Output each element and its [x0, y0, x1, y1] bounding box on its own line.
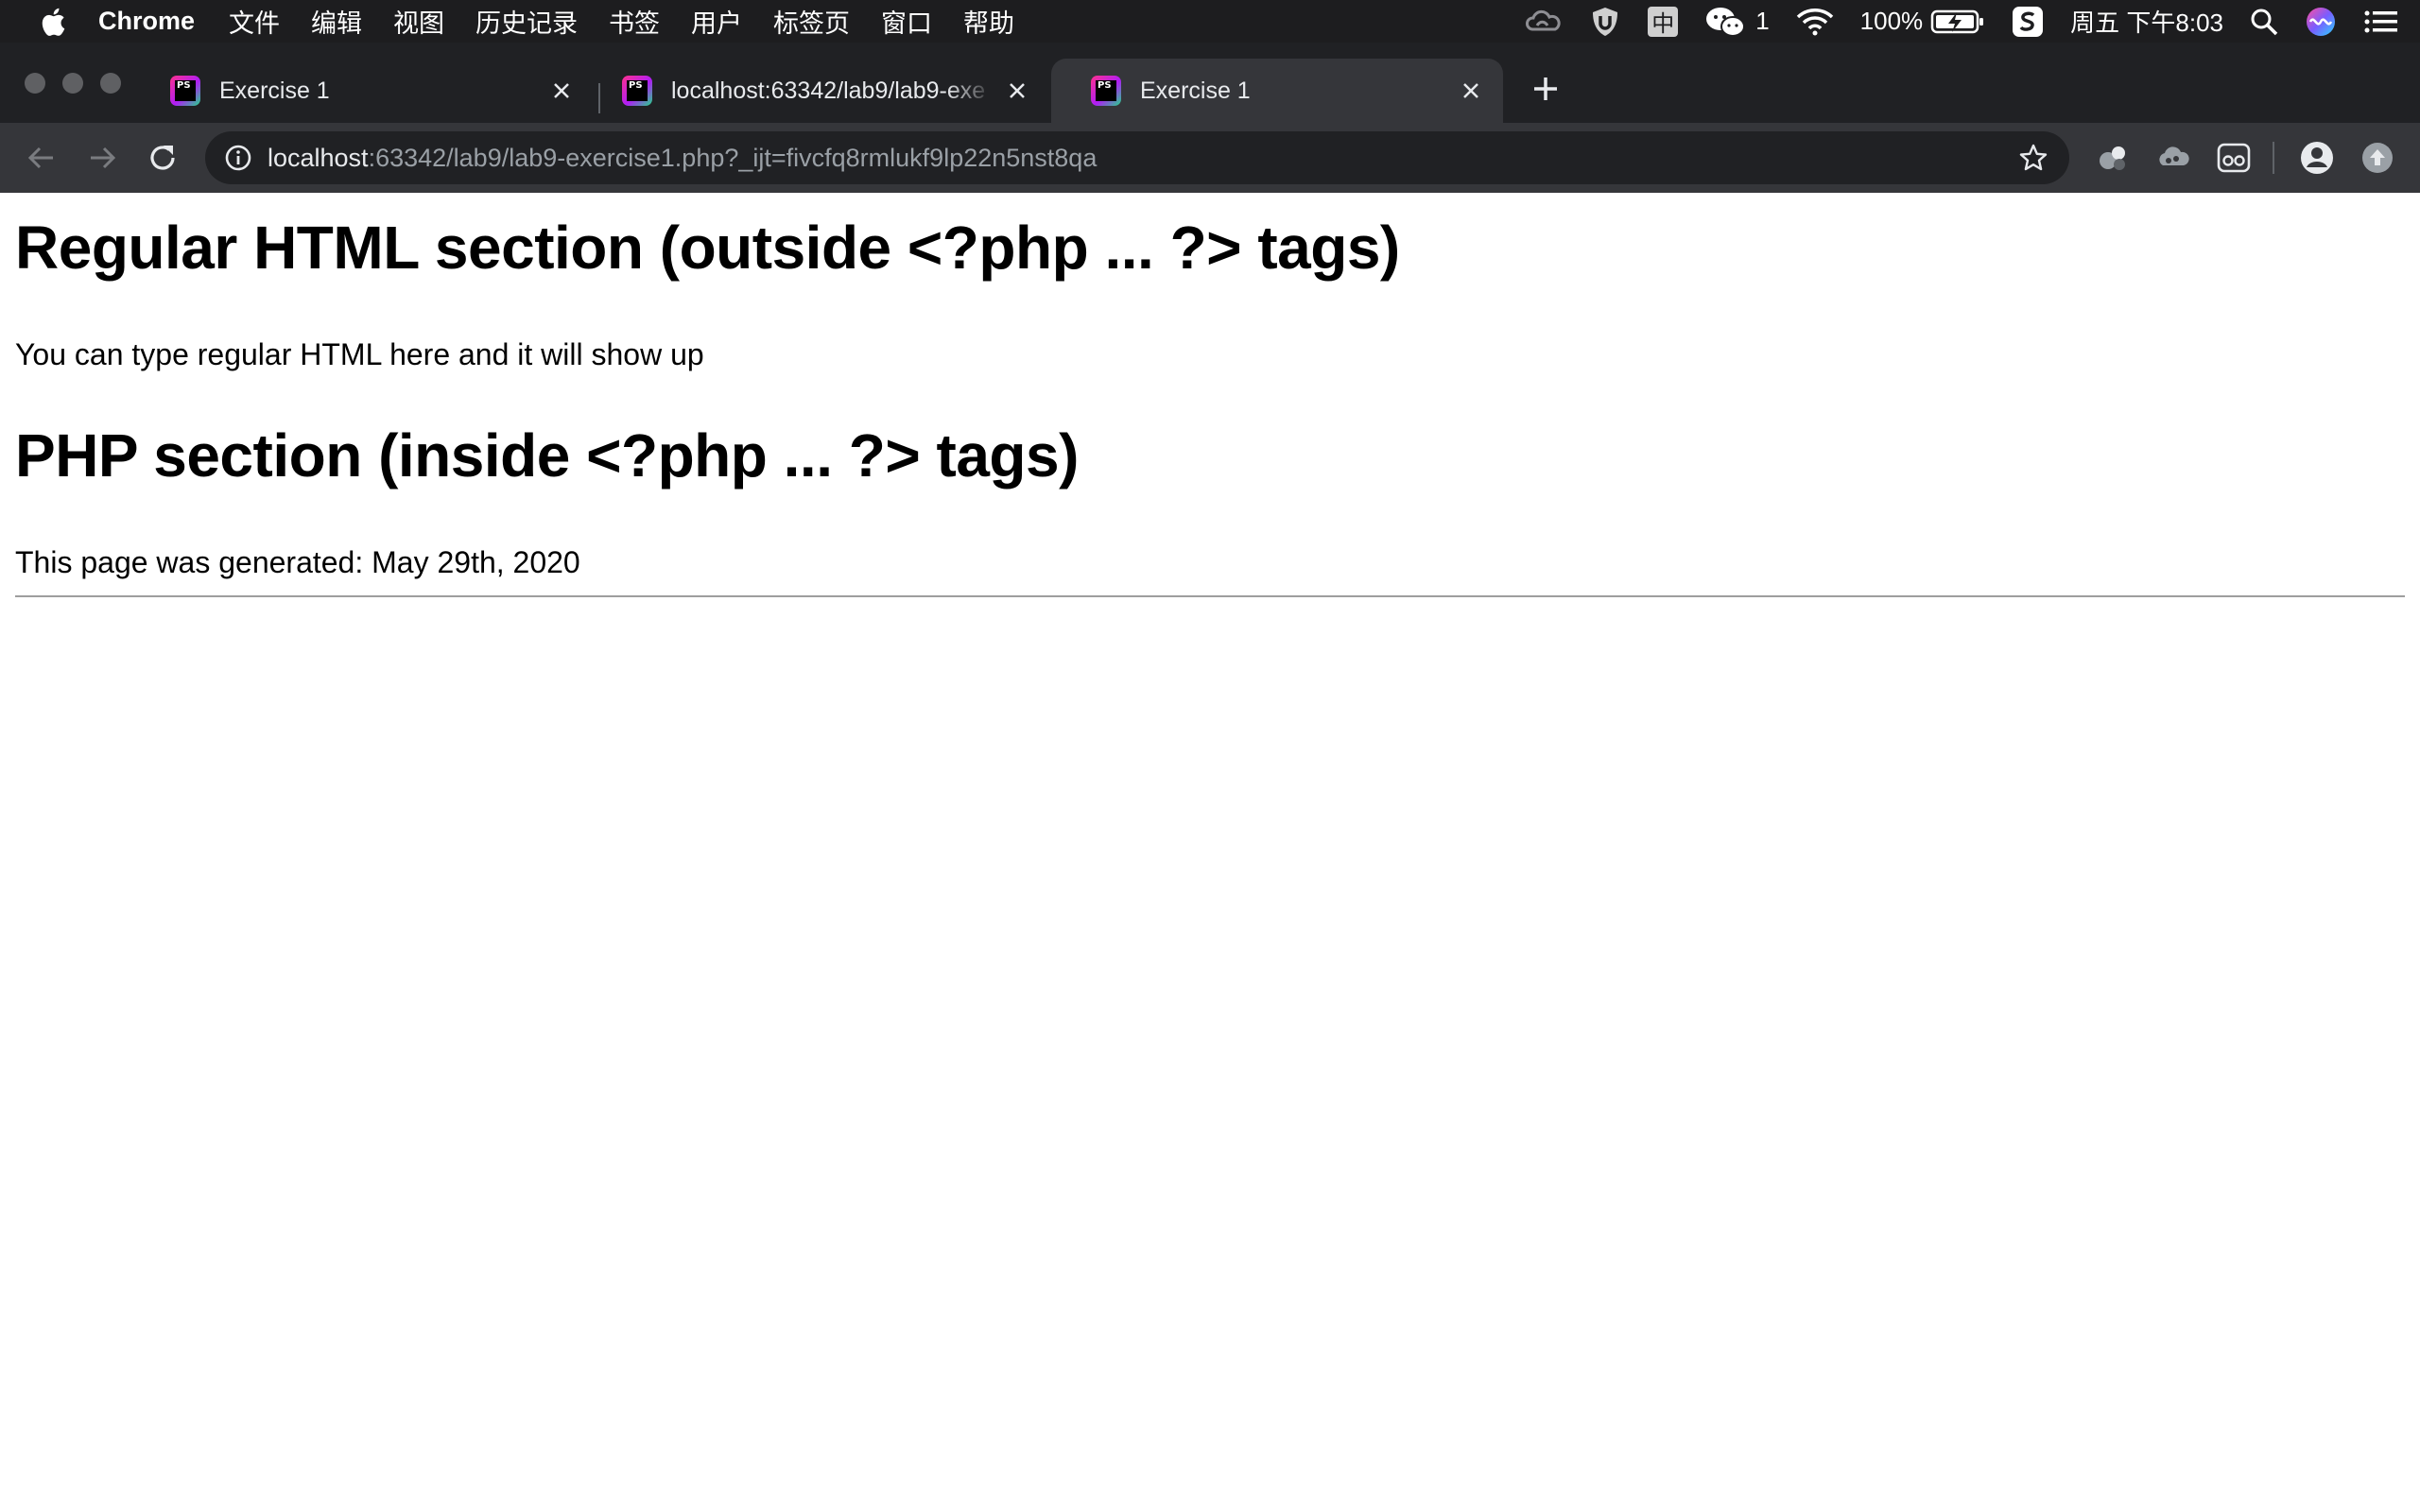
creative-cloud-icon[interactable] — [1525, 9, 1563, 35]
menu-edit[interactable]: 编辑 — [311, 3, 362, 40]
macos-menu-bar: Chrome 文件 编辑 视图 历史记录 书签 用户 标签页 窗口 帮助 中 1… — [0, 0, 2420, 43]
wechat-icon[interactable] — [1704, 6, 1746, 38]
tab-close-icon[interactable] — [550, 79, 573, 102]
tab-title: localhost:63342/lab9/lab9-exe — [671, 77, 986, 104]
menu-app-name[interactable]: Chrome — [98, 7, 195, 36]
horizontal-rule — [15, 595, 2405, 597]
url-path: :63342/lab9/lab9-exercise1.php?_ijt=fivc… — [368, 143, 1098, 172]
new-tab-plus-icon[interactable] — [1530, 73, 1562, 105]
tab-exercise-1[interactable]: PS Exercise 1 — [130, 59, 594, 123]
wechat-badge: 1 — [1755, 7, 1770, 35]
menu-people[interactable]: 用户 — [691, 3, 742, 40]
tab-strip: PS Exercise 1 PS localhost:63342/lab9/la… — [0, 43, 2420, 123]
forward-arrow-icon[interactable] — [85, 141, 119, 175]
spotlight-search-icon[interactable] — [2250, 8, 2278, 36]
tab-close-icon[interactable] — [1006, 79, 1028, 102]
menu-help[interactable]: 帮助 — [963, 3, 1014, 40]
menu-view[interactable]: 视图 — [393, 3, 444, 40]
extension-icon-2[interactable] — [2155, 140, 2191, 176]
extension-icon-1[interactable] — [2095, 140, 2131, 176]
tab-title: Exercise 1 — [219, 77, 330, 104]
address-bar[interactable]: localhost :63342/lab9/lab9-exercise1.php… — [205, 131, 2069, 184]
sogou-input-icon[interactable] — [2012, 6, 2044, 38]
notification-center-icon[interactable] — [2363, 9, 2399, 35]
menu-tab[interactable]: 标签页 — [773, 3, 850, 40]
window-close-button[interactable] — [25, 73, 45, 94]
input-method-icon[interactable]: 中 — [1648, 6, 1679, 37]
window-zoom-button[interactable] — [100, 73, 121, 94]
window-minimize-button[interactable] — [62, 73, 83, 94]
battery-charging-icon[interactable] — [1930, 9, 1985, 35]
tab-title: Exercise 1 — [1140, 77, 1251, 104]
reload-icon[interactable] — [146, 141, 180, 175]
extension-icon-3[interactable] — [2216, 140, 2252, 176]
menu-history[interactable]: 历史记录 — [475, 3, 578, 40]
apple-logo-icon[interactable] — [38, 6, 66, 38]
menu-window[interactable]: 窗口 — [881, 3, 932, 40]
tab-localhost[interactable]: PS localhost:63342/lab9/lab9-exe — [582, 59, 1049, 123]
back-arrow-icon[interactable] — [25, 141, 59, 175]
bookmark-star-icon[interactable] — [2018, 143, 2048, 173]
phpstorm-favicon-icon: PS — [170, 76, 200, 106]
tab-close-icon[interactable] — [1460, 79, 1482, 102]
heading-regular-html: Regular HTML section (outside <?php ... … — [15, 214, 1400, 282]
ublock-icon[interactable] — [1589, 6, 1621, 38]
update-available-icon[interactable] — [2360, 140, 2395, 176]
siri-icon[interactable] — [2305, 6, 2337, 38]
url-host: localhost — [268, 143, 369, 172]
menu-file[interactable]: 文件 — [229, 3, 280, 40]
status-tray: 中 1 100% 周五 下午8:03 — [1525, 0, 2420, 43]
browser-toolbar: localhost :63342/lab9/lab9-exercise1.php… — [0, 123, 2420, 193]
phpstorm-favicon-icon: PS — [1091, 76, 1121, 106]
clock[interactable]: 周五 下午8:03 — [2070, 4, 2223, 39]
tab-exercise-1-active[interactable]: PS Exercise 1 — [1051, 59, 1503, 123]
heading-php-section: PHP section (inside <?php ... ?> tags) — [15, 421, 1079, 490]
wifi-icon[interactable] — [1796, 8, 1834, 36]
phpstorm-favicon-icon: PS — [622, 76, 652, 106]
battery-percent: 100% — [1859, 7, 1924, 35]
paragraph-regular-html: You can type regular HTML here and it wi… — [15, 337, 704, 371]
menu-bookmarks[interactable]: 书签 — [609, 3, 660, 40]
site-info-icon[interactable] — [224, 144, 252, 172]
toolbar-divider — [2273, 142, 2274, 174]
profile-avatar-icon[interactable] — [2299, 140, 2335, 176]
paragraph-generated-date: This page was generated: May 29th, 2020 — [15, 545, 580, 579]
